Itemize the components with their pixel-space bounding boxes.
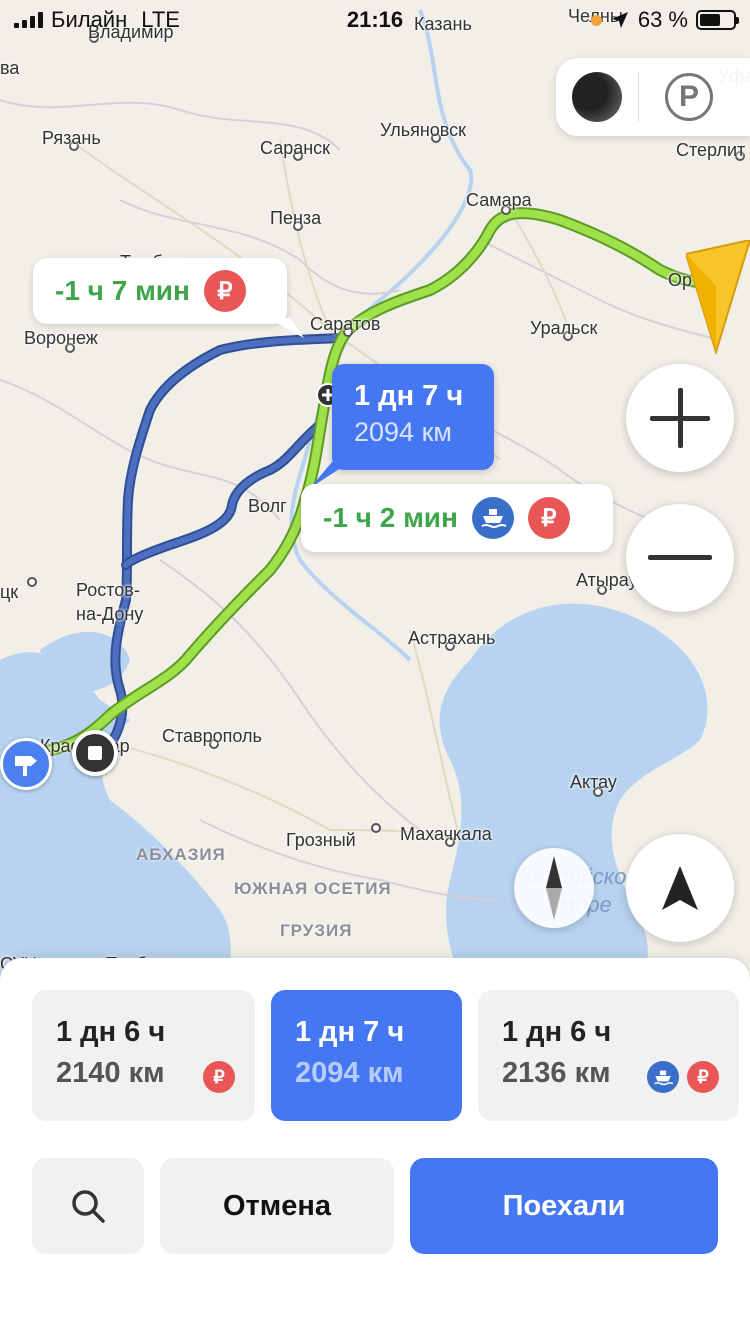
my-location-icon xyxy=(662,866,698,910)
parking-button[interactable]: P xyxy=(639,58,739,136)
clock: 21:16 xyxy=(346,7,404,32)
active-route-time: 1 дн 7 ч xyxy=(354,380,464,412)
city-label: Ульяновск xyxy=(380,120,467,140)
city-label: Саратов xyxy=(310,314,381,334)
compass-button[interactable] xyxy=(514,848,594,928)
ferry-icon xyxy=(647,1061,679,1093)
cancel-button[interactable]: Отмена xyxy=(160,1158,394,1254)
route-option-1[interactable]: 1 дн 6 ч 2140 км ₽ xyxy=(32,990,255,1121)
time-delta: -1 ч 2 мин xyxy=(323,502,458,533)
city-label: Уральск xyxy=(530,318,598,338)
network-type: LTE xyxy=(141,7,180,32)
theme-toggle-icon xyxy=(572,72,622,122)
go-button[interactable]: Поехали xyxy=(410,1158,718,1254)
search-icon xyxy=(72,1190,105,1223)
search-button[interactable] xyxy=(32,1158,144,1254)
zoom-out-button[interactable] xyxy=(626,504,734,612)
map-top-controls: P xyxy=(556,58,750,136)
time-delta: -1 ч 7 мин xyxy=(55,275,190,306)
alt-route-callout-2[interactable]: -1 ч 2 мин ₽ xyxy=(301,484,613,552)
city-label: на-Дону xyxy=(76,604,144,624)
battery-percent: 63 % xyxy=(637,7,688,32)
region-label: ГРУЗИЯ xyxy=(280,921,353,940)
route-time: 1 дн 7 ч xyxy=(295,1016,405,1048)
route-sheet: 1 дн 6 ч 2140 км ₽ 1 дн 7 ч 2094 км 1 дн… xyxy=(0,958,750,1334)
map-view[interactable]: ВладимирваРязаньКазаньЧелныУфаСаранскУль… xyxy=(0,0,750,1000)
callout-tail xyxy=(268,318,304,338)
ruble-icon: ₽ xyxy=(687,1061,719,1093)
active-route-distance: 2094 км xyxy=(354,417,452,447)
carrier-name: Билайн xyxy=(51,7,128,32)
theme-toggle-button[interactable] xyxy=(556,58,638,136)
ferry-icon xyxy=(471,497,514,539)
city-label: Стерлит xyxy=(676,140,746,160)
ruble-icon: ₽ xyxy=(203,1061,235,1093)
city-label: Рязань xyxy=(42,128,101,148)
city-label: Астрахань xyxy=(408,628,496,648)
zoom-out-icon xyxy=(648,553,712,563)
location-arrow-icon xyxy=(611,12,628,28)
navigator-arrow-icon[interactable] xyxy=(686,240,750,356)
zoom-in-icon xyxy=(650,388,710,448)
my-location-button[interactable] xyxy=(626,834,734,942)
compass-icon xyxy=(546,856,562,920)
city-label: Грозный xyxy=(286,830,356,850)
region-label: ЮЖНАЯ ОСЕТИЯ xyxy=(234,879,392,898)
active-route-callout[interactable]: 1 дн 7 ч 2094 км xyxy=(332,364,494,470)
alt-route-callout-1[interactable]: -1 ч 7 мин ₽ xyxy=(33,258,287,324)
origin-marker[interactable] xyxy=(0,738,52,790)
city-label: Пенза xyxy=(270,208,322,228)
battery-icon xyxy=(696,10,739,30)
city-label: Волг xyxy=(248,496,287,516)
city-label: Ростов- xyxy=(76,580,140,600)
ruble-icon: ₽ xyxy=(527,497,570,539)
route-option-3[interactable]: 1 дн 6 ч 2136 км ₽ xyxy=(478,990,739,1121)
route-time: 1 дн 6 ч xyxy=(502,1016,612,1048)
city-label: ва xyxy=(0,58,20,78)
route-distance: 2094 км xyxy=(295,1057,404,1089)
signpost-icon xyxy=(15,756,37,776)
route-time: 1 дн 6 ч xyxy=(56,1016,166,1048)
signal-icon xyxy=(14,12,43,28)
city-label: Самара xyxy=(466,190,532,210)
route-option-2[interactable]: 1 дн 7 ч 2094 км xyxy=(271,990,462,1121)
region-label: АБХАЗИЯ xyxy=(136,845,226,864)
route-start-marker[interactable] xyxy=(72,730,118,776)
city-label: Актау xyxy=(570,772,617,792)
status-bar: Билайн LTE 21:16 63 % xyxy=(0,0,750,40)
location-indicator-icon xyxy=(590,14,602,26)
city-label: Воронеж xyxy=(24,328,98,348)
city-label: цк xyxy=(0,582,19,602)
city-label: Ставрополь xyxy=(162,726,262,746)
city-label: Саранск xyxy=(260,138,331,158)
city-label: Махачкала xyxy=(400,824,492,844)
parking-icon: P xyxy=(665,73,713,121)
ruble-icon: ₽ xyxy=(203,270,246,312)
zoom-in-button[interactable] xyxy=(626,364,734,472)
